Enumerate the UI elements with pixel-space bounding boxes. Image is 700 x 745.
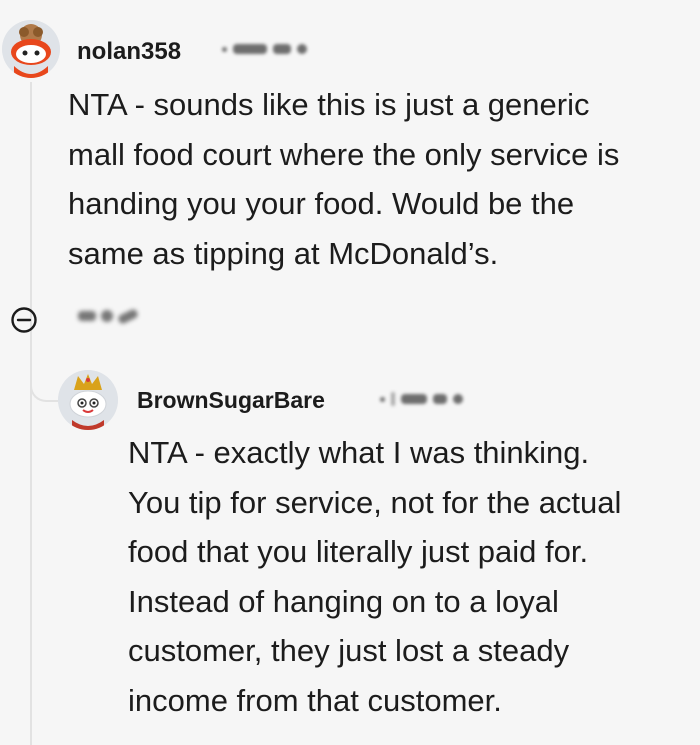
comment-username[interactable]: BrownSugarBare <box>137 385 325 415</box>
thread-line <box>30 82 32 745</box>
user-avatar[interactable] <box>2 20 60 78</box>
collapse-minus-icon[interactable] <box>10 306 38 334</box>
comment-body: NTA - exactly what I was thinking. You t… <box>128 435 622 718</box>
comment-timestamp-redacted <box>222 44 307 54</box>
comment-timestamp-redacted <box>380 392 463 406</box>
reply-connector-line <box>30 360 58 402</box>
snoo-crown-avatar-icon <box>58 370 118 430</box>
snoo-avatar-icon <box>2 20 60 78</box>
comment-body: NTA - sounds like this is just a generic… <box>68 87 620 271</box>
user-avatar[interactable] <box>58 370 118 430</box>
comment-username[interactable]: nolan358 <box>77 37 181 67</box>
collapsed-meta-redacted <box>78 307 139 325</box>
